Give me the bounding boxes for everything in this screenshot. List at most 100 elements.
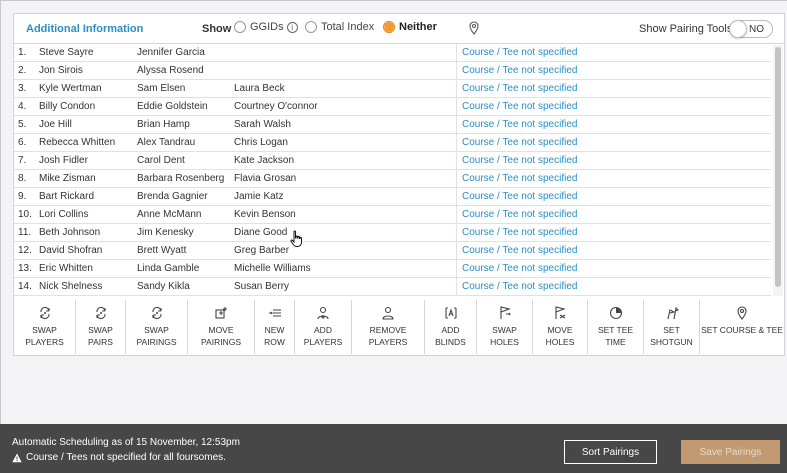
scrollbar[interactable] [773,45,783,296]
player-1[interactable]: Mike Zisman [39,173,96,184]
player-2[interactable]: Eddie Goldstein [137,101,208,112]
set-course-tee-button[interactable]: SET COURSE & TEE [700,300,784,354]
player-2[interactable]: Alex Tandrau [137,137,195,148]
player-3[interactable]: Diane Good [234,227,287,238]
course-tee-link[interactable]: Course / Tee not specified [462,281,577,292]
player-1[interactable]: Bart Rickard [39,191,94,202]
column-divider [456,260,457,278]
course-tee-link[interactable]: Course / Tee not specified [462,155,577,166]
player-2[interactable]: Carol Dent [137,155,185,166]
pairing-row[interactable]: 10. Lori Collins Anne McMann Kevin Benson Co… [14,206,771,224]
player-1[interactable]: Jon Sirois [39,65,83,76]
pin-icon[interactable] [469,21,479,38]
additional-information-tab[interactable]: Additional Information [26,23,143,35]
player-1[interactable]: Beth Johnson [39,227,100,238]
player-1[interactable]: Kyle Wertman [39,83,102,94]
pairing-row[interactable]: 1. Steve Sayre Jennifer Garcia Course / Tee… [14,44,771,62]
player-1[interactable]: Nick Shelness [39,281,102,292]
pairing-row[interactable]: 9. Bart Rickard Brenda Gagnier Jamie Katz Co… [14,188,771,206]
radio-circle[interactable] [305,21,317,33]
swap-pairs-button[interactable]: SWAP PAIRS [76,300,126,354]
pairing-row[interactable]: 6. Rebecca Whitten Alex Tandrau Chris Logan… [14,134,771,152]
course-tee-link[interactable]: Course / Tee not specified [462,227,577,238]
player-3[interactable]: Kate Jackson [234,155,294,166]
remove-players-button[interactable]: REMOVE PLAYERS [352,300,425,354]
pairing-row[interactable]: 12. David Shofran Brett Wyatt Greg Barber Co… [14,242,771,260]
course-tee-link[interactable]: Course / Tee not specified [462,119,577,130]
player-1[interactable]: Steve Sayre [39,47,93,58]
player-2[interactable]: Brett Wyatt [137,245,186,256]
pairing-row[interactable]: 4. Billy Condon Eddie Goldstein Courtney O'… [14,98,771,116]
player-1[interactable]: Lori Collins [39,209,88,220]
course-tee-link[interactable]: Course / Tee not specified [462,65,577,76]
player-2[interactable]: Barbara Rosenberg [137,173,224,184]
set-shotgun-button[interactable]: SET SHOTGUN [644,300,700,354]
course-tee-link[interactable]: Course / Tee not specified [462,245,577,256]
course-tee-link[interactable]: Course / Tee not specified [462,101,577,112]
radio-label: Neither [399,21,437,33]
course-tee-link[interactable]: Course / Tee not specified [462,83,577,94]
radio-circle[interactable] [234,21,246,33]
pairing-row[interactable]: 8. Mike Zisman Barbara Rosenberg Flavia Gro… [14,170,771,188]
info-icon[interactable]: i [286,21,298,33]
save-pairings-button[interactable]: Save Pairings [681,440,780,464]
player-1[interactable]: Billy Condon [39,101,95,112]
player-3[interactable]: Flavia Grosan [234,173,296,184]
swap-holes-button[interactable]: SWAP HOLES [477,300,533,354]
set-tee-time-button[interactable]: SET TEE TIME [588,300,644,354]
player-2[interactable]: Jennifer Garcia [137,47,205,58]
player-1[interactable]: Eric Whitten [39,263,93,274]
course-tee-link[interactable]: Course / Tee not specified [462,263,577,274]
radio-total-index[interactable]: Total Index [305,21,374,33]
course-tee-link[interactable]: Course / Tee not specified [462,191,577,202]
player-3[interactable]: Greg Barber [234,245,289,256]
player-1[interactable]: Joe Hill [39,119,72,130]
radio-label: Total Index [321,21,375,33]
row-number: 4. [18,101,27,112]
player-3[interactable]: Michelle Williams [234,263,311,274]
pairing-row[interactable]: 2. Jon Sirois Alyssa Rosend Course / Tee no… [14,62,771,80]
sort-pairings-button[interactable]: Sort Pairings [564,440,657,464]
course-tee-link[interactable]: Course / Tee not specified [462,173,577,184]
player-1[interactable]: Josh Fidler [39,155,88,166]
pairing-row[interactable]: 11. Beth Johnson Jim Kenesky Diane Good Cour… [14,224,771,242]
player-2[interactable]: Sam Elsen [137,83,185,94]
pairing-row[interactable]: 13. Eric Whitten Linda Gamble Michelle Will… [14,260,771,278]
tool-label: SWAP PAIRINGS [136,325,177,347]
player-3[interactable]: Jamie Katz [234,191,283,202]
pairing-row[interactable]: 3. Kyle Wertman Sam Elsen Laura Beck Course … [14,80,771,98]
move-pairings-button[interactable]: MOVE PAIRINGS [188,300,255,354]
radio-circle[interactable] [383,21,395,33]
radio-neither[interactable]: Neither [383,21,437,33]
player-1[interactable]: Rebecca Whitten [39,137,115,148]
scrollbar-thumb[interactable] [775,47,781,287]
player-3[interactable]: Kevin Benson [234,209,296,220]
course-tee-link[interactable]: Course / Tee not specified [462,209,577,220]
player-1[interactable]: David Shofran [39,245,102,256]
player-3[interactable]: Sarah Walsh [234,119,291,130]
player-2[interactable]: Brenda Gagnier [137,191,208,202]
pairing-row[interactable]: 14. Nick Shelness Sandy Kikla Susan Berry Co… [14,278,771,296]
pairing-row[interactable]: 7. Josh Fidler Carol Dent Kate Jackson Cours… [14,152,771,170]
player-2[interactable]: Linda Gamble [137,263,199,274]
player-3[interactable]: Courtney O'connor [234,101,318,112]
swap-players-button[interactable]: SWAP PLAYERS [14,300,76,354]
move-holes-button[interactable]: MOVE HOLES [533,300,588,354]
swap-pairings-button[interactable]: SWAP PAIRINGS [126,300,188,354]
new-row-button[interactable]: NEW ROW [255,300,295,354]
pairing-row[interactable]: 5. Joe Hill Brian Hamp Sarah Walsh Course / … [14,116,771,134]
pairing-tools-toggle[interactable]: NO [729,20,773,38]
player-2[interactable]: Jim Kenesky [137,227,194,238]
player-2[interactable]: Sandy Kikla [137,281,190,292]
course-tee-link[interactable]: Course / Tee not specified [462,47,577,58]
player-2[interactable]: Alyssa Rosend [137,65,204,76]
add-players-button[interactable]: ADD PLAYERS [295,300,352,354]
player-3[interactable]: Susan Berry [234,281,289,292]
player-3[interactable]: Laura Beck [234,83,285,94]
player-2[interactable]: Anne McMann [137,209,201,220]
radio-ggids[interactable]: GGIDs i [234,21,298,33]
add-blinds-button[interactable]: ADD BLINDS [425,300,477,354]
player-3[interactable]: Chris Logan [234,137,288,148]
player-2[interactable]: Brian Hamp [137,119,190,130]
course-tee-link[interactable]: Course / Tee not specified [462,137,577,148]
